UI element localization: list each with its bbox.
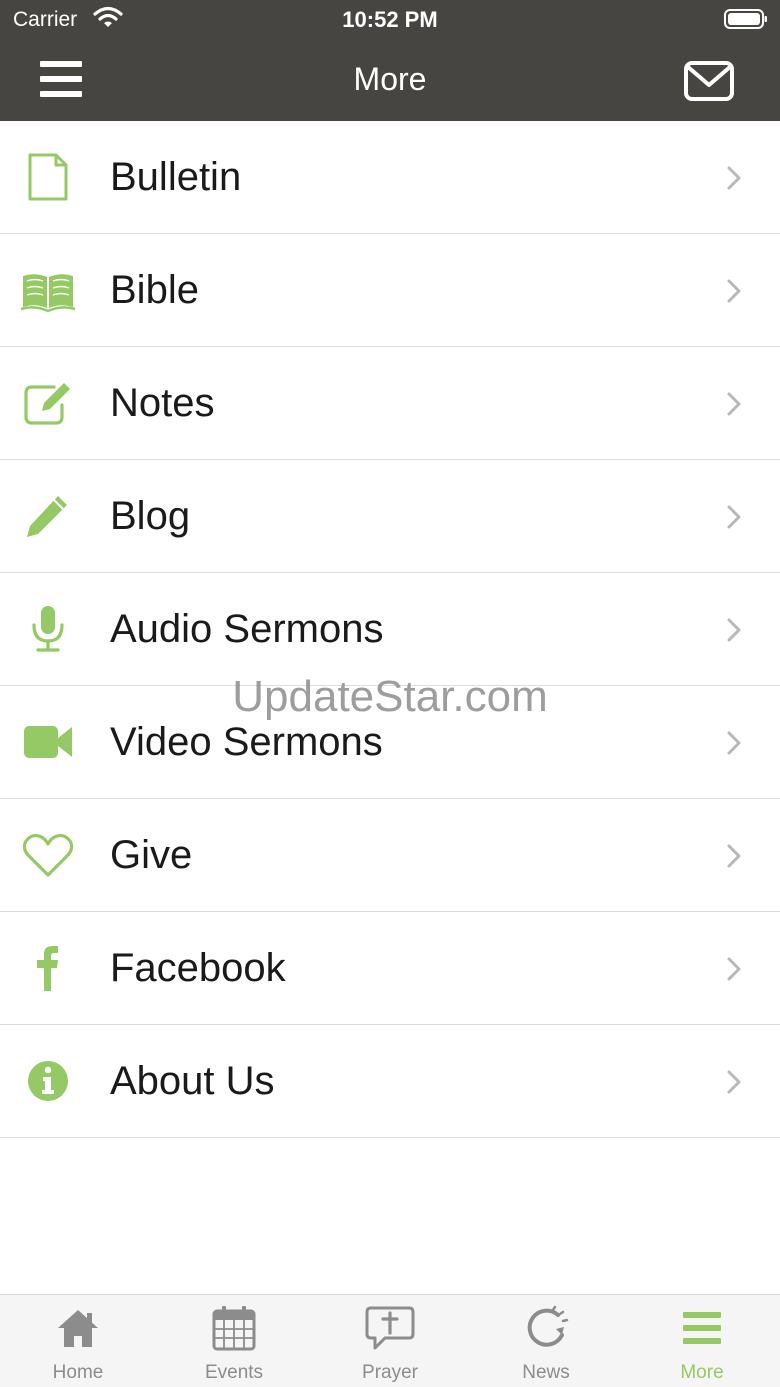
menu-item-bulletin[interactable]: Bulletin (0, 121, 780, 234)
mail-icon[interactable] (684, 60, 734, 102)
menu-item-facebook[interactable]: Facebook (0, 912, 780, 1025)
menu-item-label: Notes (110, 381, 215, 425)
facebook-icon (37, 946, 58, 991)
menu-item-label: Bulletin (110, 155, 242, 199)
tab-prayer[interactable]: Prayer (312, 1295, 468, 1387)
chevron-right-icon (727, 392, 741, 416)
menu-item-label: About Us (110, 1059, 275, 1103)
tab-label: Prayer (362, 1362, 418, 1383)
document-icon (28, 153, 68, 201)
chevron-right-icon (727, 505, 741, 529)
menu-item-audio-sermons[interactable]: Audio Sermons (0, 573, 780, 686)
calendar-icon (212, 1306, 256, 1351)
chevron-right-icon (727, 166, 741, 190)
chevron-right-icon (727, 618, 741, 642)
menu-item-label: Bible (110, 268, 199, 312)
chevron-right-icon (727, 279, 741, 303)
microphone-icon (32, 606, 64, 652)
menu-item-blog[interactable]: Blog (0, 460, 780, 573)
home-icon (58, 1310, 98, 1347)
open-book-icon (20, 274, 76, 313)
menu-item-bible[interactable]: Bible (0, 234, 780, 347)
heart-icon (22, 833, 74, 877)
menu-item-label: Audio Sermons (110, 607, 384, 651)
tab-more[interactable]: More (624, 1295, 780, 1387)
chevron-right-icon (727, 1070, 741, 1094)
tab-home[interactable]: Home (0, 1295, 156, 1387)
chevron-right-icon (727, 844, 741, 868)
menu-item-label: Video Sermons (110, 720, 383, 764)
tab-label: News (522, 1362, 570, 1383)
menu-item-label: Blog (110, 494, 191, 538)
edit-square-icon (24, 383, 70, 425)
menu-item-about-us[interactable]: About Us (0, 1025, 780, 1138)
menu-item-give[interactable]: Give (0, 799, 780, 912)
pencil-icon (27, 496, 67, 537)
battery-icon (724, 9, 767, 29)
tab-label: More (680, 1362, 724, 1383)
page-title: More (353, 61, 427, 97)
chevron-right-icon (727, 731, 741, 755)
info-icon (28, 1061, 68, 1101)
menu-item-notes[interactable]: Notes (0, 347, 780, 460)
tab-bar: Home Events Prayer News More (0, 1294, 780, 1387)
video-camera-icon (24, 726, 72, 758)
chevron-right-icon (727, 957, 741, 981)
status-time: 10:52 PM (342, 7, 438, 32)
watermark: UpdateStar.com (232, 672, 548, 721)
tab-label: Events (204, 1362, 264, 1383)
header: Carrier 10:52 PM More (0, 0, 780, 121)
prayer-icon (365, 1306, 415, 1350)
tab-news[interactable]: News (468, 1295, 624, 1387)
status-bar: Carrier 10:52 PM (0, 0, 780, 40)
tab-label: Home (52, 1362, 104, 1383)
more-menu-list: Bulletin Bible Notes Blog Audio Sermons … (0, 121, 780, 1138)
hamburger-icon (683, 1312, 721, 1344)
refresh-icon (527, 1305, 569, 1347)
menu-item-label: Give (110, 833, 193, 877)
menu-item-label: Facebook (110, 946, 286, 990)
tab-events[interactable]: Events (156, 1295, 312, 1387)
